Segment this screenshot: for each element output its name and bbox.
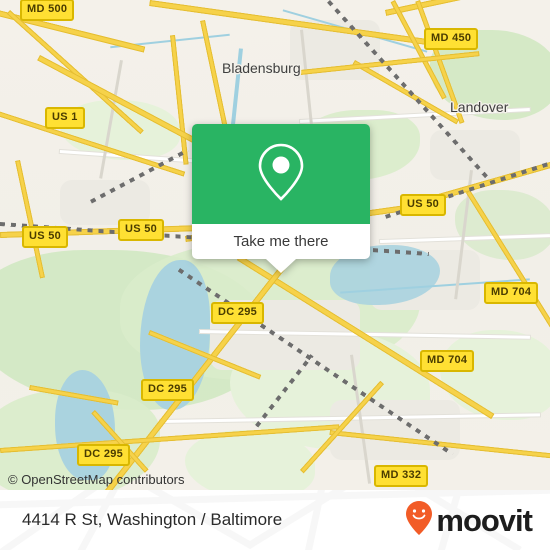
place-label-bladensburg: Bladensburg: [222, 60, 301, 76]
road-shield-dc-295-a[interactable]: DC 295: [211, 302, 265, 324]
residential-block: [330, 400, 460, 460]
place-label-landover: Landover: [450, 99, 509, 115]
callout-pin-panel: [192, 124, 370, 224]
callout-tail: [266, 259, 296, 273]
road-shield-dc-295-c[interactable]: DC 295: [77, 444, 131, 466]
moovit-pin-smiley-icon: [405, 500, 433, 541]
location-callout[interactable]: Take me there: [192, 124, 370, 273]
moovit-logo[interactable]: moovit: [405, 500, 533, 541]
road-shield-md-704-a[interactable]: MD 704: [484, 282, 539, 304]
moovit-wordmark: moovit: [436, 502, 533, 538]
road-shield-us-1[interactable]: US 1: [45, 107, 85, 129]
road-shield-md-500[interactable]: MD 500: [20, 0, 75, 21]
take-me-there-button[interactable]: Take me there: [192, 224, 370, 259]
road-shield-dc-295-b[interactable]: DC 295: [141, 379, 195, 401]
road-shield-us-50-b[interactable]: US 50: [118, 219, 165, 241]
road-shield-md-450[interactable]: MD 450: [424, 28, 479, 50]
address-label: 4414 R St, Washington / Baltimore: [22, 510, 283, 529]
map-pin-icon: [255, 141, 307, 208]
road-shield-md-704-b[interactable]: MD 704: [420, 350, 475, 372]
residential-block: [430, 130, 520, 180]
road-shield-us-50-c[interactable]: US 50: [22, 226, 69, 248]
road-shield-md-332[interactable]: MD 332: [374, 465, 429, 487]
osm-attribution[interactable]: © OpenStreetMap contributors: [8, 472, 185, 487]
screenshot-root: Bladensburg Landover MD 500 MD 450 US 1 …: [0, 0, 550, 550]
road-shield-us-50-a[interactable]: US 50: [400, 194, 447, 216]
footer-bar: 4414 R St, Washington / Baltimore moovit: [0, 490, 550, 550]
